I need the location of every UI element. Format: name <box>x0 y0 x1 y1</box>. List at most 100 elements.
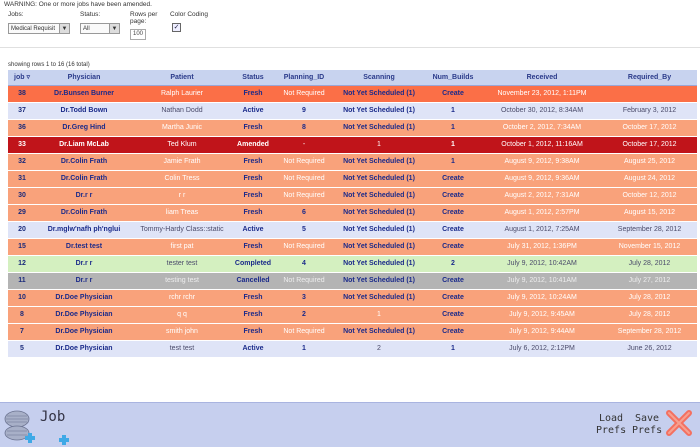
table-cell-num-builds[interactable]: Create <box>424 170 482 188</box>
column-header-status[interactable]: Status <box>232 70 274 86</box>
table-cell-num-builds[interactable]: Create <box>424 306 482 324</box>
table-cell-physician[interactable]: Dr.mglw'nafh ph'nglui <box>36 221 132 239</box>
table-cell-job[interactable]: 5 <box>8 340 36 358</box>
column-header-job[interactable]: job ▿ <box>8 70 36 86</box>
table-cell-job[interactable]: 10 <box>8 289 36 307</box>
table-row[interactable]: 12 Dr.r r tester test Completed 4 Not Yet Sch… <box>8 255 697 273</box>
table-cell-physician[interactable]: Dr.Liam McLab <box>36 136 132 154</box>
table-row[interactable]: 29 Dr.Colin Frath liam Treas Fresh 6 Not Yet … <box>8 204 697 222</box>
table-row[interactable]: 37 Dr.Todd Bown Nathan Dodd Active 9 Not Yet … <box>8 102 697 120</box>
table-cell-num-builds[interactable]: Create <box>424 323 482 341</box>
table-cell-job[interactable]: 29 <box>8 204 36 222</box>
table-cell-physician[interactable]: Dr.test test <box>36 238 132 256</box>
table-row[interactable]: 8 Dr.Doe Physician q q Fresh 2 1 Create July 9,… <box>8 306 697 324</box>
column-header-scanning[interactable]: Scanning <box>334 70 424 86</box>
table-cell-num-builds[interactable]: 1 <box>424 136 482 154</box>
table-cell-physician[interactable]: Dr.r r <box>36 255 132 273</box>
table-cell-physician[interactable]: Dr.Colin Frath <box>36 204 132 222</box>
table-cell-physician[interactable]: Dr.Doe Physician <box>36 289 132 307</box>
rows-per-page-input[interactable]: 100 <box>130 29 146 40</box>
table-cell-scanning[interactable]: Not Yet Scheduled (1) <box>334 119 424 137</box>
table-cell-num-builds[interactable]: Create <box>424 272 482 290</box>
table-cell-job[interactable]: 15 <box>8 238 36 256</box>
table-cell-scanning[interactable]: Not Yet Scheduled (1) <box>334 170 424 188</box>
table-row[interactable]: 30 Dr.r rr r Fresh Not Required Not Yet Sche… <box>8 187 697 205</box>
chevron-down-icon[interactable]: ▼ <box>109 24 119 33</box>
column-header-received[interactable]: Received <box>482 70 602 86</box>
table-cell-scanning[interactable]: Not Yet Scheduled (1) <box>334 187 424 205</box>
table-row[interactable]: 7 Dr.Doe Physician smith john Fresh Not Requ… <box>8 323 697 341</box>
table-cell-status: Active <box>232 221 274 239</box>
table-cell-scanning[interactable]: 2 <box>334 340 424 358</box>
table-cell-job[interactable]: 38 <box>8 85 36 103</box>
table-cell-job[interactable]: 20 <box>8 221 36 239</box>
save-prefs-button[interactable]: Save Prefs <box>632 413 662 437</box>
table-cell-scanning[interactable]: Not Yet Scheduled (1) <box>334 238 424 256</box>
table-cell-physician[interactable]: Dr.Colin Frath <box>36 153 132 171</box>
table-cell-num-builds[interactable]: Create <box>424 238 482 256</box>
column-header-physician[interactable]: Physician <box>36 70 132 86</box>
table-cell-scanning[interactable]: 1 <box>334 306 424 324</box>
table-cell-num-builds[interactable]: 1 <box>424 102 482 120</box>
table-row[interactable]: 38 Dr.Bunsen Burner Ralph Laurier Fresh Not … <box>8 85 697 103</box>
table-cell-job[interactable]: 12 <box>8 255 36 273</box>
column-header-planning[interactable]: Planning_ID <box>274 70 334 86</box>
table-cell-scanning[interactable]: Not Yet Scheduled (1) <box>334 221 424 239</box>
table-row[interactable]: 10 Dr.Doe Physician rchr rchr Fresh 3 Not Yet… <box>8 289 697 307</box>
table-cell-scanning[interactable]: Not Yet Scheduled (1) <box>334 153 424 171</box>
table-row[interactable]: 15 Dr.test test first pat Fresh Not Required… <box>8 238 697 256</box>
column-header-builds[interactable]: Num_Builds <box>424 70 482 86</box>
table-cell-num-builds[interactable]: 2 <box>424 255 482 273</box>
table-cell-job[interactable]: 7 <box>8 323 36 341</box>
table-row[interactable]: 32 Dr.Colin Frath Jamie Frath Fresh Not Requ… <box>8 153 697 171</box>
table-cell-physician[interactable]: Dr.Doe Physician <box>36 323 132 341</box>
table-cell-num-builds[interactable]: Create <box>424 85 482 103</box>
table-cell-scanning[interactable]: Not Yet Scheduled (1) <box>334 289 424 307</box>
table-cell-physician[interactable]: Dr.Colin Frath <box>36 170 132 188</box>
table-cell-physician[interactable]: Dr.Todd Bown <box>36 102 132 120</box>
table-cell-patient: Ted Klum <box>132 136 232 154</box>
table-cell-scanning[interactable]: Not Yet Scheduled (1) <box>334 255 424 273</box>
table-cell-scanning[interactable]: Not Yet Scheduled (1) <box>334 102 424 120</box>
table-row[interactable]: 31 Dr.Colin Frath Colin Tress Fresh Not Requ… <box>8 170 697 188</box>
table-cell-num-builds[interactable]: Create <box>424 221 482 239</box>
table-cell-scanning[interactable]: Not Yet Scheduled (1) <box>334 85 424 103</box>
table-cell-job[interactable]: 30 <box>8 187 36 205</box>
table-cell-scanning[interactable]: Not Yet Scheduled (1) <box>334 204 424 222</box>
table-cell-physician[interactable]: Dr.r r <box>36 272 132 290</box>
table-cell-num-builds[interactable]: Create <box>424 187 482 205</box>
table-cell-physician[interactable]: Dr.Doe Physician <box>36 340 132 358</box>
table-cell-job[interactable]: 37 <box>8 102 36 120</box>
table-cell-job[interactable]: 31 <box>8 170 36 188</box>
table-cell-num-builds[interactable]: 1 <box>424 153 482 171</box>
table-cell-job[interactable]: 36 <box>8 119 36 137</box>
color-coding-checkbox[interactable]: ✓ <box>172 23 181 32</box>
table-cell-scanning[interactable]: Not Yet Scheduled (1) <box>334 323 424 341</box>
close-x-icon[interactable] <box>664 408 694 438</box>
table-cell-num-builds[interactable]: Create <box>424 289 482 307</box>
table-cell-num-builds[interactable]: 1 <box>424 340 482 358</box>
table-row[interactable]: 11 Dr.r r testing test Cancelled Not Require… <box>8 272 697 290</box>
table-cell-scanning[interactable]: 1 <box>334 136 424 154</box>
table-cell-physician[interactable]: Dr.r r <box>36 187 132 205</box>
status-select[interactable]: All ▼ <box>80 23 120 34</box>
load-prefs-button[interactable]: Load Prefs <box>596 413 626 437</box>
table-cell-job[interactable]: 33 <box>8 136 36 154</box>
table-cell-job[interactable]: 11 <box>8 272 36 290</box>
table-row[interactable]: 36 Dr.Greg Hind Martha Junic Fresh 8 Not Yet … <box>8 119 697 137</box>
table-row[interactable]: 33 Dr.Liam McLab Ted Klum Amended -1 1 October… <box>8 136 697 154</box>
table-cell-job[interactable]: 32 <box>8 153 36 171</box>
table-cell-physician[interactable]: Dr.Greg Hind <box>36 119 132 137</box>
table-cell-num-builds[interactable]: 1 <box>424 119 482 137</box>
column-header-required[interactable]: Required_By <box>602 70 697 86</box>
table-cell-scanning[interactable]: Not Yet Scheduled (1) <box>334 272 424 290</box>
jobs-select[interactable]: Medical Requisit ▼ <box>8 23 70 34</box>
table-cell-physician[interactable]: Dr.Bunsen Burner <box>36 85 132 103</box>
table-cell-job[interactable]: 8 <box>8 306 36 324</box>
table-row[interactable]: 5 Dr.Doe Physician test test Active 1 2 1 July … <box>8 340 697 358</box>
table-row[interactable]: 20 Dr.mglw'nafh ph'nglui Tommy-Hardy Class… <box>8 221 697 239</box>
table-cell-physician[interactable]: Dr.Doe Physician <box>36 306 132 324</box>
chevron-down-icon[interactable]: ▼ <box>59 24 69 33</box>
table-cell-num-builds[interactable]: Create <box>424 204 482 222</box>
column-header-patient[interactable]: Patient <box>132 70 232 86</box>
